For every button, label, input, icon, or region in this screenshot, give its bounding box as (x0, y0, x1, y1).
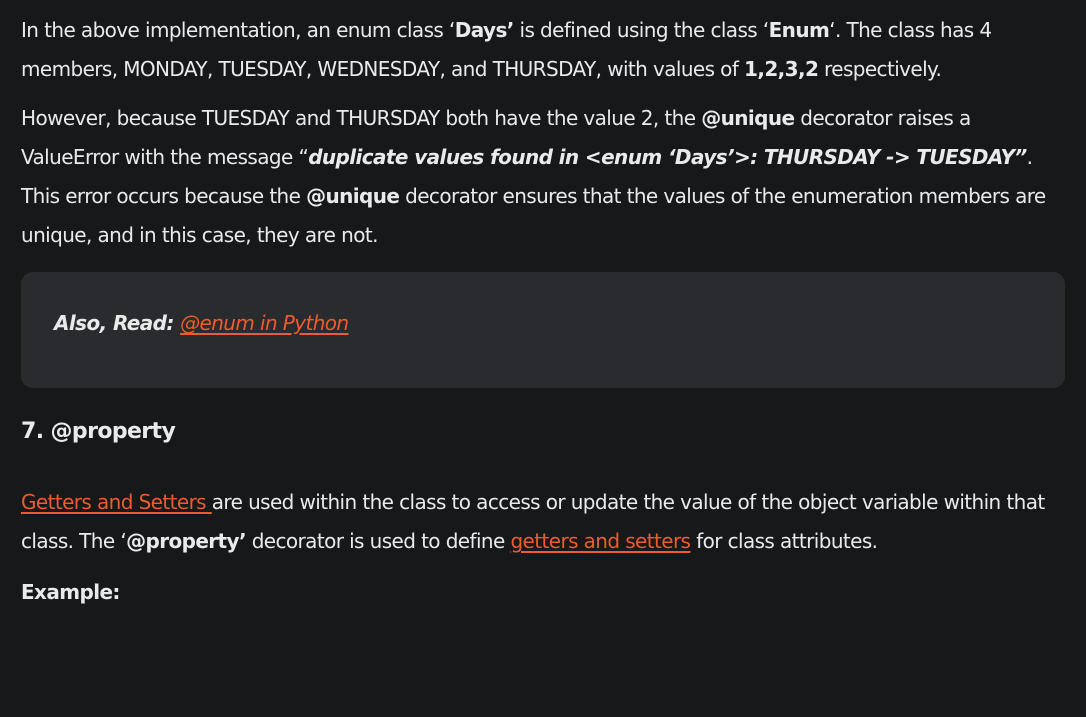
also-read-callout: Also, Read: @enum in Python (21, 272, 1065, 388)
example-label: Example: (21, 580, 120, 604)
paragraph-property: Getters and Setters are used within the … (21, 483, 1065, 561)
paragraph-unique-error: However, because TUESDAY and THURSDAY bo… (21, 99, 1065, 255)
bold-property: @property’ (126, 529, 246, 553)
article-body: In the above implementation, an enum cla… (0, 0, 1086, 612)
text: decorator is used to define (245, 529, 511, 553)
getters-and-setters-link[interactable]: Getters and Setters (21, 490, 212, 514)
paragraph-enum-description: In the above implementation, an enum cla… (21, 0, 1065, 89)
bold-days: Days’ (454, 18, 515, 42)
text: for class attributes. (690, 529, 878, 553)
bold-values: 1,2,3,2 (744, 57, 819, 81)
text: However, because TUESDAY and THURSDAY bo… (21, 106, 702, 130)
bold-unique: @unique (306, 184, 400, 208)
section-heading: 7. @property (21, 419, 176, 444)
enum-in-python-link[interactable]: @enum in Python (180, 311, 349, 335)
getters-setters-inline-link[interactable]: getters and setters (510, 529, 691, 553)
text: In the above implementation, an enum cla… (21, 18, 455, 42)
text: respectively. (818, 57, 942, 81)
text: is defined using the class ‘ (513, 18, 770, 42)
error-message: duplicate values found in <enum ‘Days’>:… (308, 145, 1027, 169)
callout-prefix: Also, Read: (54, 311, 181, 335)
bold-enum: Enum (768, 18, 830, 42)
bold-unique: @unique (701, 106, 795, 130)
